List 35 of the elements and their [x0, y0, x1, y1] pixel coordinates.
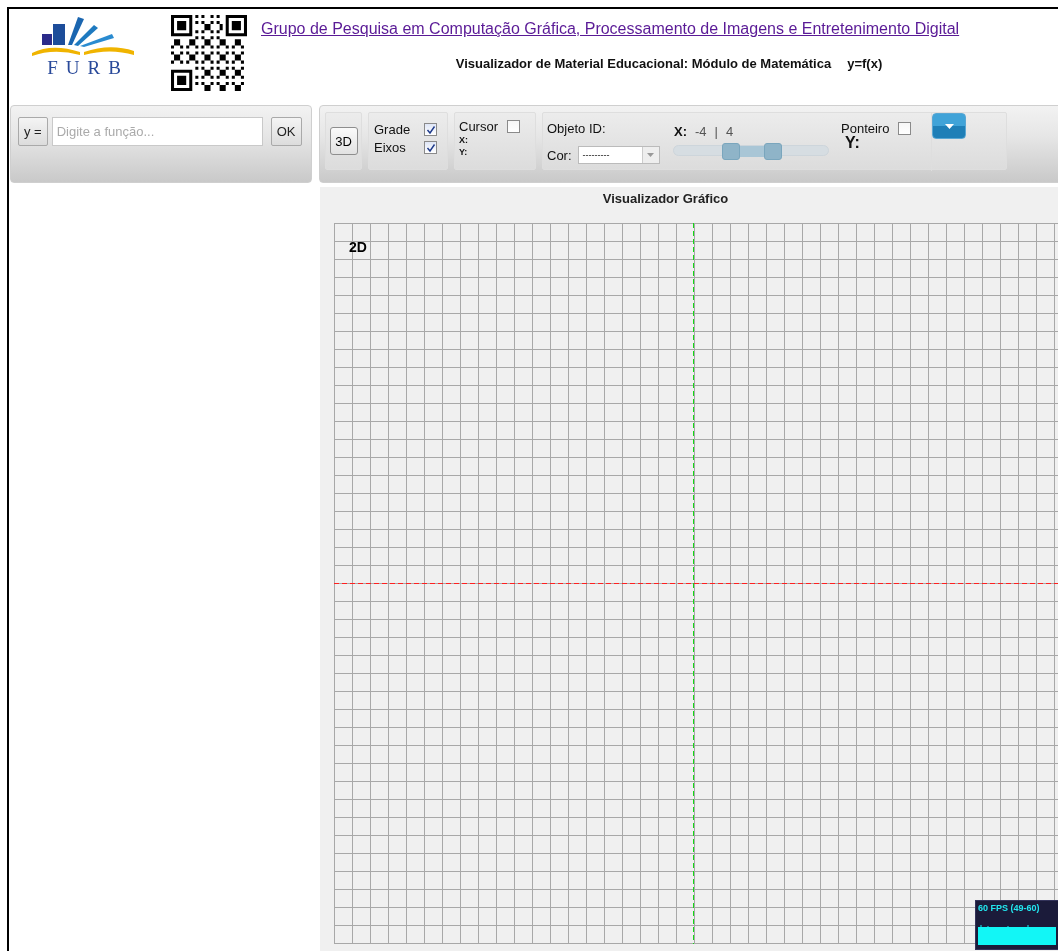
logo-text: FURB — [47, 57, 129, 79]
x-range-label: X: — [674, 124, 687, 139]
menu-button[interactable] — [932, 113, 966, 139]
x-min-value: -4 — [695, 124, 707, 139]
graph-title: Visualizador Gráfico — [602, 191, 729, 206]
slider-thumb[interactable] — [763, 143, 782, 160]
y-label: Y: — [845, 134, 861, 152]
x-max-value: 4 — [725, 124, 734, 139]
ok-button[interactable]: OK — [270, 117, 302, 146]
logo-icon — [32, 15, 136, 59]
prefix-button[interactable]: y = — [18, 117, 48, 146]
pointer-label: Ponteiro — [841, 121, 890, 136]
checkbox[interactable] — [507, 120, 520, 133]
mode-label: 2D — [349, 239, 367, 255]
cursor-x-label: X: — [459, 134, 469, 146]
color-select[interactable]: --------- — [577, 146, 660, 164]
page-subtitle: Visualizador de Material Educacional: Módulo de Matemática y=f(x) — [455, 56, 883, 71]
dropdown-arrow-icon — [647, 153, 655, 157]
toggle-label: Grade — [374, 122, 412, 137]
cursor-label: Cursor — [459, 119, 498, 134]
checkbox[interactable] — [424, 141, 437, 154]
caret-icon — [944, 123, 954, 129]
toggle-label: Eixos — [374, 140, 407, 155]
checkbox[interactable] — [898, 122, 912, 135]
3d-mode-button[interactable]: 3D — [329, 127, 358, 155]
cursor-y-label: Y: — [459, 146, 469, 158]
checkbox[interactable] — [424, 123, 437, 136]
slider-thumb[interactable] — [721, 143, 740, 160]
function-input[interactable]: Digite a função... — [51, 117, 263, 146]
fps-text: 60 FPS (49-60) — [978, 903, 1041, 913]
group-link[interactable]: Grupo de Pesquisa em Computação Gráfica, Processamento de Imagens e Entretenimento Digital — [261, 20, 960, 38]
separator-text: | — [714, 124, 718, 139]
object-id-label: Objeto ID: — [547, 121, 606, 136]
color-label: Cor: — [547, 147, 572, 163]
qr-code-icon — [171, 15, 247, 91]
